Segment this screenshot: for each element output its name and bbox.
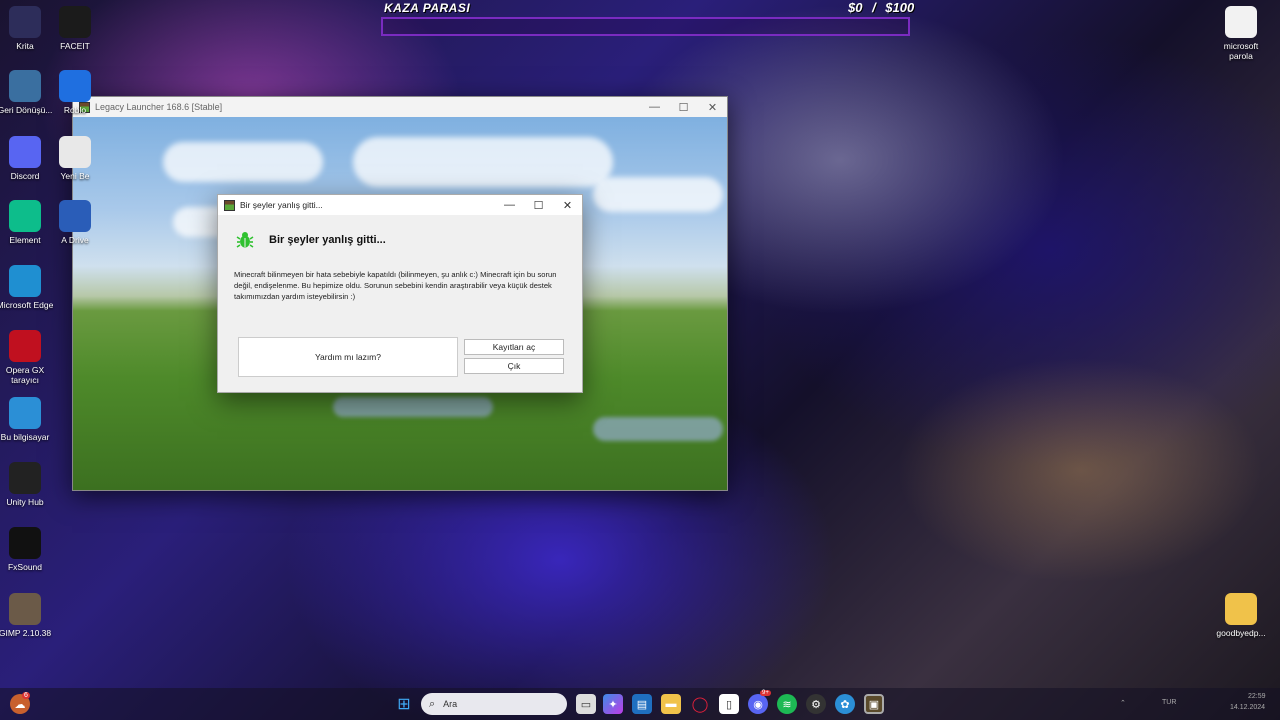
opera-gx-taskbar-icon[interactable]: ◯	[690, 694, 710, 714]
browser-icon[interactable]: ✿	[835, 694, 855, 714]
discord-taskbar-icon[interactable]: ◉	[748, 694, 768, 714]
fxsound-icon	[9, 527, 41, 559]
dialog-message: Minecraft bilinmeyen bir hata sebebiyle …	[234, 270, 557, 301]
discord-badge: 9+	[760, 690, 771, 696]
opera-gx-icon	[9, 330, 41, 362]
spotify-icon[interactable]: ≋	[777, 694, 797, 714]
tray-chevron-icon[interactable]: ⌃	[1120, 699, 1126, 707]
open-logs-button[interactable]: Kayıtları aç	[464, 339, 564, 355]
desktop-shortcut-label: GIMP 2.10.38	[0, 628, 52, 638]
faceit-icon	[59, 6, 91, 38]
search-placeholder: Ara	[443, 699, 458, 709]
maximize-icon[interactable]: ☐	[524, 199, 553, 212]
roblox-icon	[59, 70, 91, 102]
minecraft-taskbar-icon[interactable]: ▣	[864, 694, 884, 714]
windows-start-icon[interactable]: ⊞	[394, 694, 414, 714]
desktop-shortcut-r0[interactable]: microsoft parola	[1211, 6, 1271, 61]
copilot-icon[interactable]: ✦	[603, 694, 623, 714]
text-file-icon	[1225, 6, 1257, 38]
desktop-shortcut-label: microsoft parola	[1223, 41, 1259, 61]
discord-icon	[9, 136, 41, 168]
notepad-icon[interactable]: ▯	[719, 694, 739, 714]
desktop-shortcut-label: FxSound	[7, 562, 43, 572]
search-icon: ⌕	[429, 697, 436, 710]
desktop-shortcut-label: Yeni Be	[60, 171, 90, 181]
dialog-heading-row: Bir şeyler yanlış gitti...	[236, 231, 386, 249]
close-icon[interactable]: ✕	[698, 101, 727, 114]
recycle-bin-icon	[9, 70, 41, 102]
folder-icon	[1225, 593, 1257, 625]
dialog-window-title: Bir şeyler yanlış gitti...	[240, 200, 323, 210]
desktop-shortcut-label: Roblo	[63, 105, 87, 115]
desktop-shortcut-4[interactable]: Microsoft Edge	[0, 265, 55, 310]
clock-date[interactable]: 14.12.2024	[1230, 704, 1265, 711]
minimize-icon[interactable]: —	[640, 101, 669, 114]
steam-icon[interactable]: ⚙	[806, 694, 826, 714]
desktop-shortcut-c2-1[interactable]: Roblo	[45, 70, 105, 115]
desktop-shortcut-label: FACEIT	[60, 41, 90, 51]
clock-time[interactable]: 22:59	[1248, 693, 1266, 700]
desktop-shortcut-label: Unity Hub	[6, 497, 44, 507]
file-explorer-icon[interactable]: ▬	[661, 694, 681, 714]
desktop-shortcut-c2-2[interactable]: Yeni Be	[45, 136, 105, 181]
hud-progress-bar	[381, 17, 910, 36]
taskbar-search[interactable]: ⌕ Ara	[421, 693, 567, 715]
new-file-icon	[59, 136, 91, 168]
dialog-heading: Bir şeyler yanlış gitti...	[269, 234, 386, 246]
language-indicator[interactable]: TUR	[1162, 699, 1176, 706]
exit-button[interactable]: Çık	[464, 358, 564, 374]
drive-icon	[59, 200, 91, 232]
desktop-shortcut-8[interactable]: FxSound	[0, 527, 55, 572]
desktop-shortcut-c2-0[interactable]: FACEIT	[45, 6, 105, 51]
element-icon	[9, 200, 41, 232]
taskbar: ☁ 6 ⊞ ⌕ Ara ▭ ✦ ▤ ▬ ◯ ▯ ◉ 9+ ≋ ⚙ ✿ ▣ ⌃ T…	[0, 688, 1280, 720]
hud-title: KAZA PARASI	[384, 1, 471, 15]
krita-icon	[9, 6, 41, 38]
desktop-shortcut-7[interactable]: Unity Hub	[0, 462, 55, 507]
close-icon[interactable]: ✕	[553, 199, 582, 212]
minimize-icon[interactable]: —	[495, 199, 524, 212]
dialog-titlebar[interactable]: Bir şeyler yanlış gitti... — ☐ ✕	[218, 195, 582, 215]
launcher-title: Legacy Launcher 168.6 [Stable]	[95, 102, 223, 112]
desktop-shortcut-label: A Drive	[61, 235, 89, 245]
desktop-shortcut-r1[interactable]: goodbyedp...	[1211, 593, 1271, 638]
launcher-titlebar[interactable]: Legacy Launcher 168.6 [Stable] — ☐ ✕	[73, 97, 727, 117]
desktop-shortcut-9[interactable]: GIMP 2.10.38	[0, 593, 55, 638]
desktop-shortcut-label: Microsoft Edge	[0, 300, 54, 310]
desktop-shortcut-label: Opera GX tarayıcı	[5, 365, 45, 385]
minecraft-block-icon	[224, 199, 235, 211]
this-pc-icon	[9, 397, 41, 429]
edge-icon	[9, 265, 41, 297]
gimp-icon	[9, 593, 41, 625]
hud-money: $0 / $100	[848, 0, 915, 15]
unity-hub-icon	[9, 462, 41, 494]
desktop-shortcut-c2-3[interactable]: A Drive	[45, 200, 105, 245]
maximize-icon[interactable]: ☐	[669, 101, 698, 114]
weather-badge: 6	[22, 692, 30, 699]
desktop-shortcut-label: goodbyedp...	[1216, 628, 1266, 638]
bug-icon	[236, 231, 254, 249]
help-button[interactable]: Yardım mı lazım?	[238, 337, 458, 377]
error-dialog: Bir şeyler yanlış gitti... — ☐ ✕ Bir şey…	[217, 194, 583, 393]
desktop-shortcut-6[interactable]: Bu bilgisayar	[0, 397, 55, 442]
task-view-icon[interactable]: ▭	[576, 694, 596, 714]
desktop-shortcut-5[interactable]: Opera GX tarayıcı	[0, 330, 55, 385]
store-icon[interactable]: ▤	[632, 694, 652, 714]
desktop-shortcut-label: Bu bilgisayar	[0, 432, 50, 442]
